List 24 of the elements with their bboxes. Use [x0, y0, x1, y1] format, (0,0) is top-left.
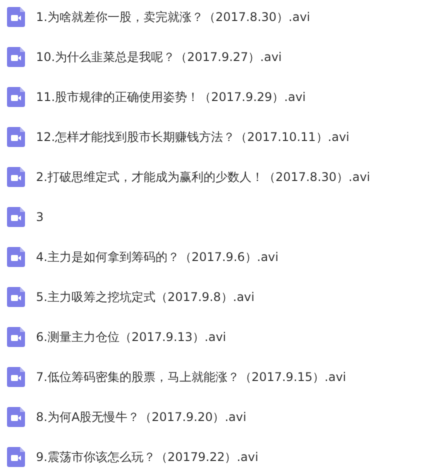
file-name[interactable]: 9.震荡市你该怎么玩？（20179.22）.avi [36, 447, 258, 467]
video-file-icon [7, 447, 25, 467]
file-name[interactable]: 8.为何A股无慢牛？（2017.9.20）.avi [36, 407, 246, 427]
file-name[interactable]: 11.股市规律的正确使用姿势！（2017.9.29）.avi [36, 87, 306, 107]
video-file-icon [7, 167, 25, 187]
file-name[interactable]: 10.为什么韭菜总是我呢？（2017.9.27）.avi [36, 47, 282, 67]
file-name[interactable]: 2.打破思维定式，才能成为赢利的少数人！（2017.8.30）.avi [36, 167, 370, 187]
file-name[interactable]: 5.主力吸筹之挖坑定式（2017.9.8）.avi [36, 287, 254, 307]
file-name[interactable]: 12.怎样才能找到股市长期赚钱方法？（2017.10.11）.avi [36, 127, 350, 147]
file-name[interactable]: 1.为啥就差你一股，卖完就涨？（2017.8.30）.avi [36, 7, 310, 27]
video-file-icon [7, 367, 25, 387]
video-file-icon [7, 127, 25, 147]
video-file-icon [7, 327, 25, 347]
file-name[interactable]: 3 [36, 207, 44, 227]
video-file-icon [7, 407, 25, 427]
video-file-icon [7, 287, 25, 307]
video-file-icon [7, 207, 25, 227]
file-name[interactable]: 6.测量主力仓位（2017.9.13）.avi [36, 327, 226, 347]
video-file-icon [7, 247, 25, 267]
video-file-icon [7, 47, 25, 67]
video-file-icon [7, 87, 25, 107]
video-file-icon [7, 7, 25, 27]
file-name[interactable]: 7.低位筹码密集的股票，马上就能涨？（2017.9.15）.avi [36, 367, 346, 387]
file-name[interactable]: 4.主力是如何拿到筹码的？（2017.9.6）.avi [36, 247, 278, 267]
